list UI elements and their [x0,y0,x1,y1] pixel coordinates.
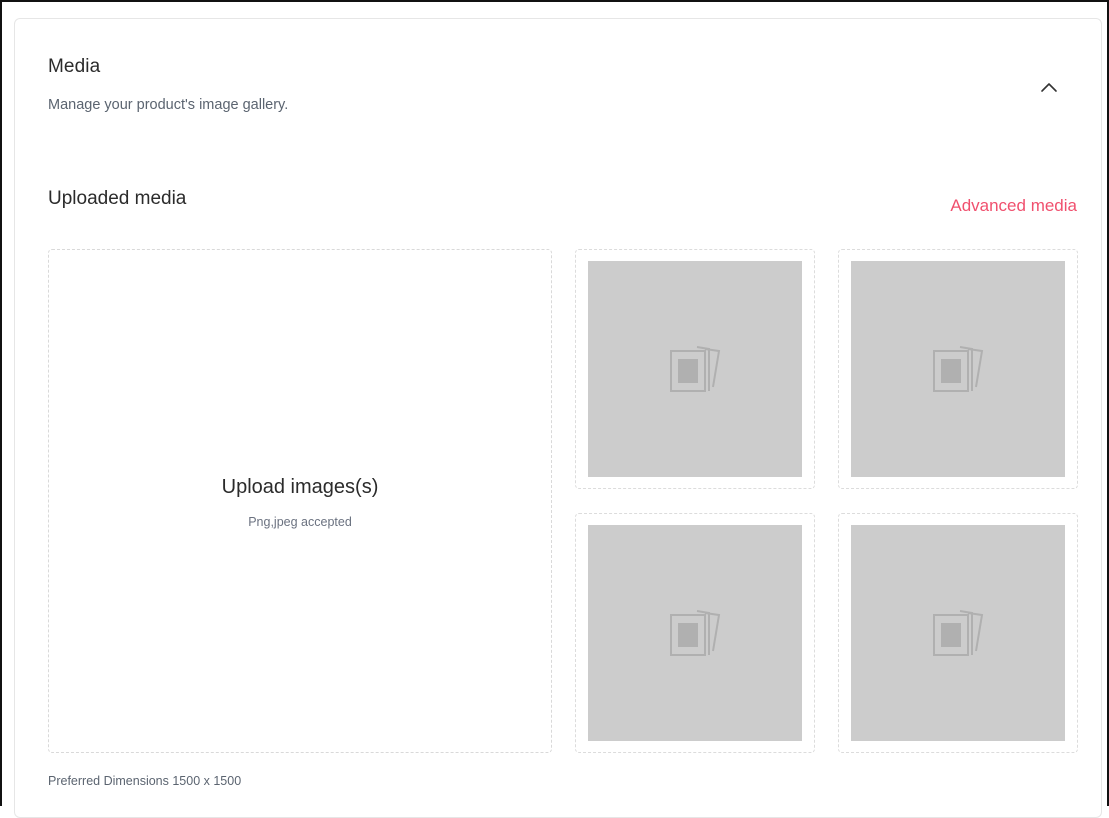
media-placeholder [588,525,802,741]
media-section-title: Media [48,56,101,77]
chevron-up-icon [1041,83,1057,92]
upload-hint: Png,jpeg accepted [248,515,352,529]
upload-dropzone[interactable]: Upload images(s) Png,jpeg accepted [48,249,552,753]
image-placeholder-icon [933,346,984,392]
upload-title: Upload images(s) [221,476,379,498]
uploaded-media-title: Uploaded media [48,188,187,209]
media-placeholder [588,261,802,477]
media-placeholder [851,261,1065,477]
preferred-dimensions-note: Preferred Dimensions 1500 x 1500 [48,774,242,788]
image-placeholder-icon [933,610,984,656]
media-section-subtitle: Manage your product's image gallery. [48,97,289,113]
image-placeholder-icon [670,610,721,656]
media-placeholder [851,525,1065,741]
media-slot-2[interactable] [838,249,1078,489]
advanced-media-link[interactable]: Advanced media [950,196,1077,216]
media-slot-1[interactable] [575,249,815,489]
image-placeholder-icon [670,346,721,392]
media-slot-4[interactable] [838,513,1078,753]
collapse-button[interactable] [1036,74,1062,100]
media-slot-3[interactable] [575,513,815,753]
